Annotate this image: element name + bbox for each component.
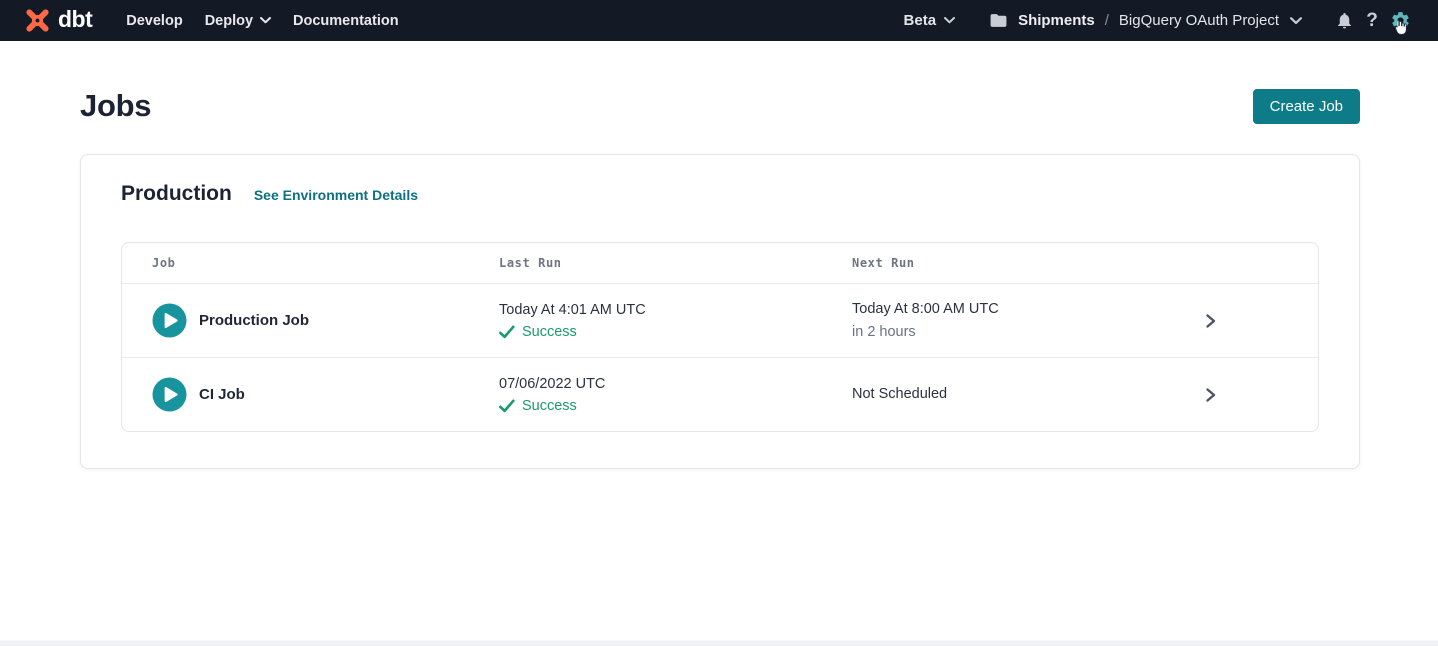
create-job-button[interactable]: Create Job (1253, 89, 1360, 124)
column-header-next-run: Next Run (852, 256, 1132, 270)
table-row-ci-job[interactable]: CI Job 07/06/2022 UTC Success Not Schedu… (122, 357, 1318, 431)
last-run-cell: Today At 4:01 AM UTC Success (499, 301, 852, 340)
chevron-right-icon (1203, 387, 1218, 403)
row-chevron[interactable] (1203, 387, 1218, 403)
environment-card-header: Production See Environment Details (121, 182, 1319, 206)
last-run-status: Success (499, 324, 852, 340)
nav-link-develop-label: Develop (126, 13, 182, 29)
nav-link-documentation-label: Documentation (293, 13, 399, 29)
job-name: Production Job (199, 312, 309, 329)
breadcrumb-project[interactable]: Shipments (1018, 12, 1095, 29)
chevron-down-icon (944, 17, 955, 24)
breadcrumb-separator: / (1105, 12, 1109, 29)
last-run-status: Success (499, 398, 852, 414)
nav-link-develop[interactable]: Develop (126, 13, 182, 29)
table-row-production-job[interactable]: Production Job Today At 4:01 AM UTC Succ… (122, 283, 1318, 357)
settings-button[interactable] (1386, 10, 1414, 31)
column-header-last-run: Last Run (499, 256, 852, 270)
page-title: Jobs (80, 88, 151, 124)
column-header-job: Job (152, 256, 499, 270)
breadcrumb-environment[interactable]: BigQuery OAuth Project (1119, 12, 1279, 29)
play-icon[interactable] (152, 303, 187, 338)
nav-link-deploy-label: Deploy (205, 13, 253, 29)
jobs-table: Job Last Run Next Run Production Job Tod… (121, 242, 1319, 432)
beta-dropdown[interactable]: Beta (904, 12, 956, 29)
job-cell: Production Job (152, 303, 499, 338)
status-text: Success (522, 324, 577, 340)
bottom-edge-strip (0, 640, 1438, 646)
breadcrumb[interactable]: Shipments / BigQuery OAuth Project (989, 11, 1302, 30)
see-environment-details-link[interactable]: See Environment Details (254, 187, 418, 203)
dbt-logo-icon (24, 7, 51, 34)
last-run-time: Today At 4:01 AM UTC (499, 301, 852, 319)
nav-link-deploy[interactable]: Deploy (205, 13, 271, 29)
notifications-button[interactable] (1330, 11, 1358, 30)
chevron-right-icon (1203, 313, 1218, 329)
dbt-logo-text: dbt (58, 8, 92, 34)
top-navbar: dbt Develop Deploy Documentation Beta (0, 0, 1438, 41)
gear-icon (1390, 10, 1411, 31)
environment-name: Production (121, 182, 232, 206)
navbar-right: Beta Shipments / BigQuery OAuth Project … (904, 10, 1414, 32)
chevron-down-icon (260, 17, 271, 24)
dbt-logo[interactable]: dbt (24, 7, 92, 34)
status-text: Success (522, 398, 577, 414)
next-run-time: Today At 8:00 AM UTC (852, 300, 1132, 318)
next-run-cell: Today At 8:00 AM UTC in 2 hours (852, 300, 1132, 340)
play-icon[interactable] (152, 377, 187, 412)
row-chevron[interactable] (1203, 313, 1218, 329)
nav-link-documentation[interactable]: Documentation (293, 13, 399, 29)
next-run-note: in 2 hours (852, 323, 1132, 341)
beta-label: Beta (904, 12, 937, 29)
job-cell: CI Job (152, 377, 499, 412)
bell-icon (1335, 11, 1354, 30)
page-header: Jobs Create Job (80, 88, 1360, 124)
help-icon: ? (1366, 10, 1378, 32)
folder-icon (989, 11, 1008, 30)
check-icon (499, 325, 515, 339)
environment-card: Production See Environment Details Job L… (80, 154, 1360, 469)
jobs-table-header: Job Last Run Next Run (122, 243, 1318, 283)
chevron-down-icon (1290, 17, 1302, 25)
job-name: CI Job (199, 386, 245, 403)
help-button[interactable]: ? (1358, 10, 1386, 32)
next-run-cell: Not Scheduled (852, 385, 1132, 403)
nav-links: Develop Deploy Documentation (126, 13, 398, 29)
last-run-time: 07/06/2022 UTC (499, 375, 852, 393)
next-run-time: Not Scheduled (852, 385, 1132, 403)
last-run-cell: 07/06/2022 UTC Success (499, 375, 852, 414)
check-icon (499, 399, 515, 413)
